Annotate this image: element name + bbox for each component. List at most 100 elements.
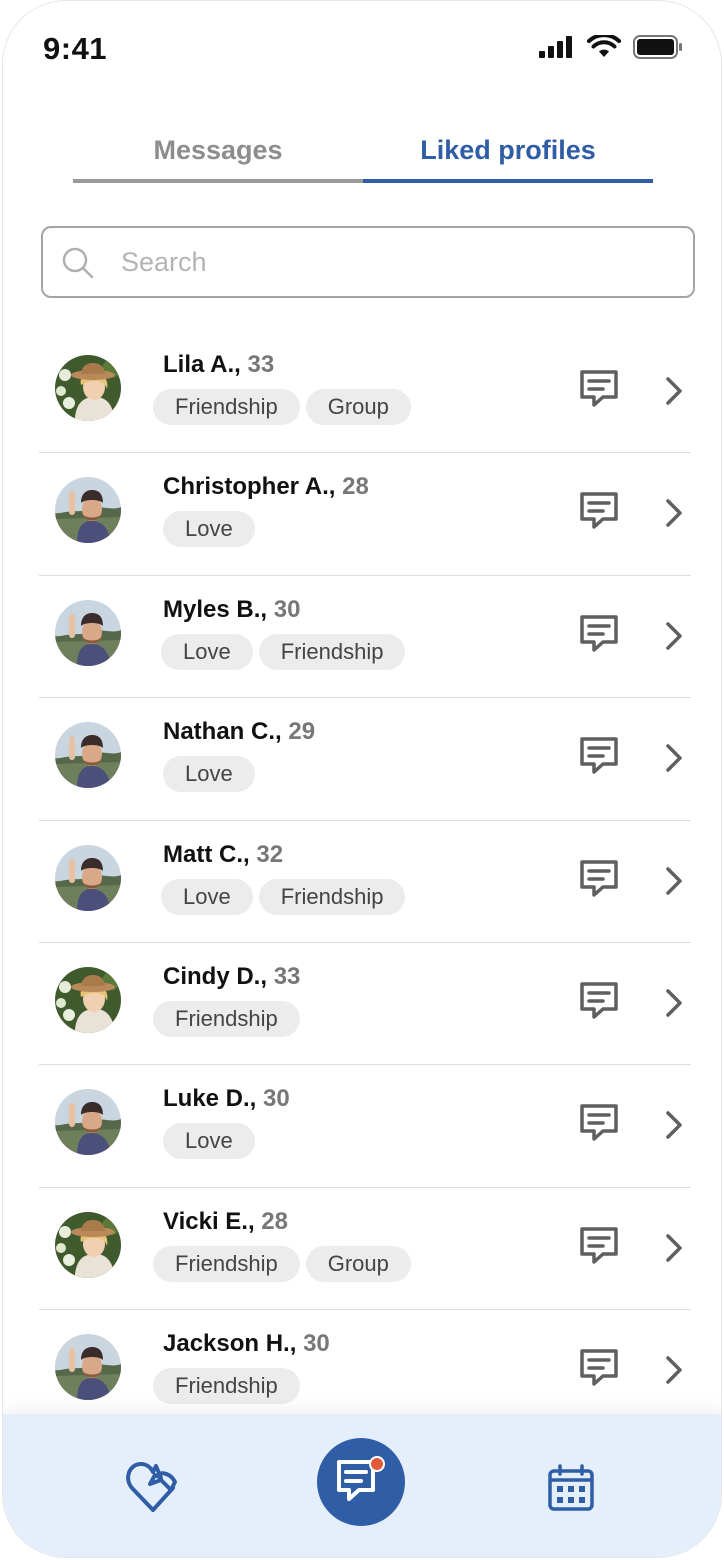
avatar-photo (55, 1089, 121, 1156)
profile-tags: Friendship (153, 1368, 300, 1405)
profile-tags: Friendship Group (153, 389, 411, 425)
tab-liked-profiles[interactable]: Liked profiles (363, 129, 653, 183)
chevron-right-icon (666, 499, 682, 528)
tag-chip: Love (161, 878, 253, 915)
notification-dot (369, 1456, 385, 1472)
tag-chip: Love (161, 633, 253, 670)
profile-tags: Friendship Group (153, 1245, 411, 1282)
avatar-photo (55, 1334, 121, 1401)
chevron-right-icon (666, 1233, 682, 1262)
chat-bubble-icon (580, 1349, 618, 1386)
chat-bubble-icon (580, 370, 618, 407)
tag-chip: Group (305, 1245, 411, 1282)
battery-icon (633, 35, 682, 59)
avatar-photo (55, 966, 121, 1033)
open-profile-button[interactable] (663, 742, 685, 774)
profile-age: 33 (273, 962, 301, 990)
avatar-photo (55, 722, 121, 789)
profile-age: 30 (303, 1330, 330, 1358)
avatar (55, 966, 121, 1033)
status-bar: 9:41 (3, 1, 721, 97)
profile-row[interactable]: Lila A., 33 Friendship Group (39, 331, 691, 454)
profile-age: 33 (247, 351, 275, 378)
avatar (55, 477, 121, 544)
tag-chip: Group (305, 389, 411, 425)
profile-name: Nathan C., (163, 718, 282, 746)
profile-name-line: Cindy D., 33 (163, 963, 300, 991)
profile-row[interactable]: Nathan C., 29 Love (39, 698, 691, 821)
open-profile-button[interactable] (663, 1109, 685, 1141)
avatar (55, 722, 121, 789)
profile-row[interactable]: Myles B., 30 Love Friendship (39, 576, 691, 699)
profile-name: Vicki E., (163, 1207, 255, 1235)
profile-name: Jackson H., (163, 1330, 297, 1358)
open-profile-button[interactable] (663, 620, 685, 652)
cellular-signal-icon (539, 36, 572, 58)
chat-bubble-icon (580, 615, 618, 652)
profile-name-line: Luke D., 30 (163, 1085, 290, 1113)
profile-name-line: Matt C., 32 (163, 841, 283, 869)
open-profile-button[interactable] (663, 497, 685, 529)
avatar (55, 1334, 121, 1401)
tab-bar: Messages Liked profiles (73, 129, 653, 183)
search-icon (62, 247, 94, 279)
avatar-photo (55, 599, 121, 666)
chat-bubble-icon (580, 492, 618, 530)
profile-age: 28 (342, 473, 369, 501)
tag-chip: Love (163, 756, 255, 793)
message-button[interactable] (579, 1103, 623, 1145)
profile-row[interactable]: Vicki E., 28 Friendship Group (39, 1188, 691, 1311)
open-profile-button[interactable] (663, 1232, 685, 1264)
profile-name: Matt C., (163, 840, 250, 868)
nav-likes-button[interactable] (125, 1458, 187, 1516)
chevron-right-icon (666, 989, 682, 1017)
profile-row[interactable]: Cindy D., 33 Friendship (39, 943, 691, 1066)
avatar-photo (55, 477, 121, 544)
profile-row[interactable]: Luke D., 30 Love (39, 1065, 691, 1188)
profile-row[interactable]: Christopher A., 28 Love (39, 453, 691, 576)
profile-name-line: Myles B., 30 (163, 596, 300, 624)
profile-tags: Love Friendship (161, 878, 406, 915)
profile-name-line: Jackson H., 30 (163, 1330, 330, 1358)
open-profile-button[interactable] (663, 987, 685, 1019)
tag-chip: Friendship (153, 1245, 300, 1282)
tab-messages[interactable]: Messages (73, 129, 363, 183)
message-button[interactable] (579, 1226, 623, 1268)
message-button[interactable] (579, 491, 623, 533)
profile-tags: Love (163, 756, 255, 793)
message-button[interactable] (579, 859, 623, 901)
avatar (55, 1089, 121, 1156)
tag-chip: Friendship (153, 389, 300, 425)
profile-name: Luke D., (163, 1085, 257, 1113)
open-profile-button[interactable] (663, 1354, 685, 1386)
status-icons (539, 35, 683, 59)
profile-name-line: Vicki E., 28 (163, 1208, 288, 1236)
nav-calendar-button[interactable] (547, 1464, 595, 1512)
chat-bubble-icon (580, 1226, 618, 1264)
message-button[interactable] (579, 369, 623, 411)
tag-chip: Love (163, 1123, 255, 1160)
open-profile-button[interactable] (663, 375, 685, 407)
profile-name: Christopher A., (163, 473, 336, 501)
open-profile-button[interactable] (663, 865, 685, 897)
wifi-icon (587, 35, 621, 57)
message-button[interactable] (579, 981, 623, 1023)
tag-chip: Love (163, 511, 255, 548)
nav-messages-button[interactable] (317, 1438, 405, 1526)
profile-age: 28 (261, 1207, 288, 1235)
message-button[interactable] (579, 614, 623, 656)
avatar (55, 355, 121, 421)
profile-name-line: Nathan C., 29 (163, 718, 315, 746)
liked-profiles-list: Lila A., 33 Friendship Group Christopher A.… (39, 331, 691, 1433)
profile-age: 30 (263, 1085, 290, 1113)
avatar-photo (55, 844, 121, 911)
profile-name: Cindy D., (163, 962, 268, 990)
search-input[interactable] (121, 242, 681, 282)
profile-row[interactable]: Matt C., 32 Love Friendship (39, 821, 691, 943)
phone-screen: 9:41 Messages Liked profiles Search Lila… (2, 0, 722, 1558)
message-button[interactable] (579, 1348, 623, 1390)
chevron-right-icon (666, 866, 682, 895)
calendar-icon (548, 1464, 594, 1511)
avatar-photo (55, 355, 121, 421)
message-button[interactable] (579, 736, 623, 778)
